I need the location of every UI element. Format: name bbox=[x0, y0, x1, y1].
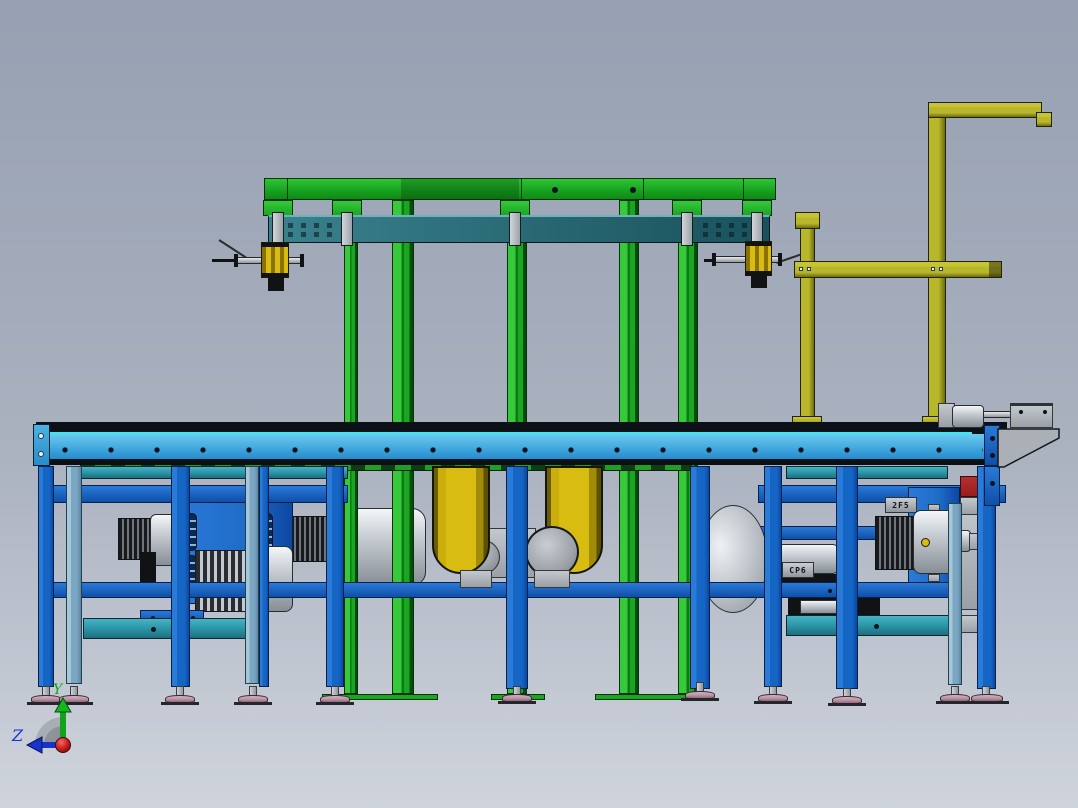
gantry-post-short[interactable] bbox=[800, 213, 815, 424]
gearbox-label-text: 2F5 bbox=[892, 500, 910, 510]
gripper-foot bbox=[268, 277, 284, 291]
beam-clamp bbox=[681, 212, 693, 246]
block-bolt bbox=[1043, 410, 1047, 414]
foot-base bbox=[754, 701, 792, 704]
table-leg[interactable] bbox=[948, 503, 962, 685]
gantry-top-arm[interactable] bbox=[928, 102, 1042, 118]
foot-base bbox=[161, 702, 199, 705]
rail-bolt-holes bbox=[59, 444, 983, 456]
upper-teal-rail[interactable] bbox=[68, 466, 348, 479]
flange-lug bbox=[928, 574, 940, 582]
joint-bolt bbox=[807, 267, 811, 271]
foot-base bbox=[828, 703, 866, 706]
upper-teal-rail[interactable] bbox=[786, 466, 948, 479]
beam-divider bbox=[643, 179, 644, 199]
table-leg[interactable] bbox=[38, 466, 54, 687]
cylinder-rod bbox=[983, 411, 1011, 418]
beam-divider bbox=[521, 179, 522, 199]
center-post[interactable] bbox=[506, 466, 528, 689]
lower-teal-rail[interactable] bbox=[786, 615, 951, 636]
gripper-right-body[interactable] bbox=[745, 241, 772, 276]
table-leg[interactable] bbox=[836, 466, 858, 689]
table-end-plate-lower[interactable] bbox=[984, 466, 1000, 506]
table-leg[interactable] bbox=[764, 466, 782, 687]
belt-loop-left[interactable] bbox=[432, 466, 490, 574]
crossbar-notch bbox=[989, 262, 1001, 277]
table-leg[interactable] bbox=[259, 466, 269, 687]
gantry-post-cap bbox=[795, 212, 820, 229]
beam-clamp bbox=[272, 212, 284, 246]
beam-hole bbox=[630, 187, 636, 193]
frame-beam[interactable] bbox=[48, 485, 348, 503]
right-motor-fins[interactable] bbox=[875, 516, 917, 570]
plate-bolt bbox=[990, 481, 995, 486]
table-leg[interactable] bbox=[171, 466, 190, 687]
rod-end bbox=[778, 253, 782, 266]
plate-bolt bbox=[990, 453, 995, 458]
y-axis-arrow[interactable] bbox=[54, 696, 72, 713]
gearbox-label-plate: 2F5 bbox=[885, 497, 917, 513]
gripper-band bbox=[746, 242, 771, 246]
joint-bolt bbox=[799, 267, 803, 271]
table-leg[interactable] bbox=[690, 466, 710, 689]
y-axis-label: Y bbox=[53, 682, 64, 698]
gripper-left-body[interactable] bbox=[261, 242, 289, 278]
cad-viewport[interactable]: 2F5 CP6 Y Z bbox=[0, 0, 1078, 808]
beam-divider bbox=[287, 179, 288, 199]
table-end-cap[interactable] bbox=[33, 424, 50, 466]
z-axis-label: Z bbox=[11, 726, 24, 745]
rail-bolt bbox=[151, 627, 156, 632]
gripper-foot bbox=[751, 275, 767, 288]
rod-end bbox=[712, 253, 716, 266]
gearbox-foot bbox=[460, 570, 492, 588]
cap-bolt bbox=[38, 433, 44, 439]
slide-block[interactable] bbox=[1010, 403, 1053, 428]
overhead-frame-beam[interactable] bbox=[264, 178, 776, 200]
lower-teal-rail[interactable] bbox=[83, 618, 249, 639]
rod-end bbox=[234, 254, 238, 267]
cap-bolt bbox=[38, 451, 44, 457]
foot-base bbox=[234, 702, 272, 705]
pneumatic-cylinder[interactable] bbox=[952, 405, 984, 428]
shaft-marker bbox=[921, 538, 930, 547]
gripper-rod-thin bbox=[212, 259, 236, 262]
z-axis-arrow[interactable] bbox=[25, 736, 43, 754]
conveyor-side-rail[interactable] bbox=[36, 434, 1007, 461]
plate-bolt bbox=[990, 436, 995, 441]
table-leg[interactable] bbox=[66, 466, 82, 684]
joint-bolt bbox=[939, 267, 943, 271]
gantry-crossbar[interactable] bbox=[794, 261, 1002, 278]
gantry-arm-step[interactable] bbox=[1036, 112, 1052, 127]
gearbox-label-plate: CP6 bbox=[782, 562, 814, 578]
table-leg[interactable] bbox=[245, 466, 259, 684]
beam-segment-shade bbox=[401, 179, 519, 199]
beam-clamp bbox=[509, 212, 521, 246]
foot-base bbox=[316, 702, 354, 705]
gearbox-label-text: CP6 bbox=[789, 565, 807, 575]
joint-bolt bbox=[931, 267, 935, 271]
block-bolt bbox=[1019, 410, 1023, 414]
table-bottom-edge bbox=[36, 459, 1007, 465]
beam-divider bbox=[743, 179, 744, 199]
gearbox-foot bbox=[534, 570, 570, 588]
gusset-bracket[interactable] bbox=[997, 427, 1061, 469]
rod-end bbox=[300, 254, 304, 267]
beam-hole bbox=[552, 187, 558, 193]
beam-clamp bbox=[341, 212, 353, 246]
table-leg[interactable] bbox=[326, 466, 344, 687]
view-triad[interactable]: Y Z bbox=[10, 678, 120, 764]
foot-base bbox=[498, 701, 536, 704]
beam-bolt bbox=[828, 589, 832, 593]
gripper-band bbox=[262, 243, 288, 247]
rail-bolt bbox=[874, 624, 879, 629]
foot-base bbox=[681, 698, 719, 701]
foot-base bbox=[967, 701, 1009, 704]
origin-ball[interactable] bbox=[55, 737, 71, 753]
